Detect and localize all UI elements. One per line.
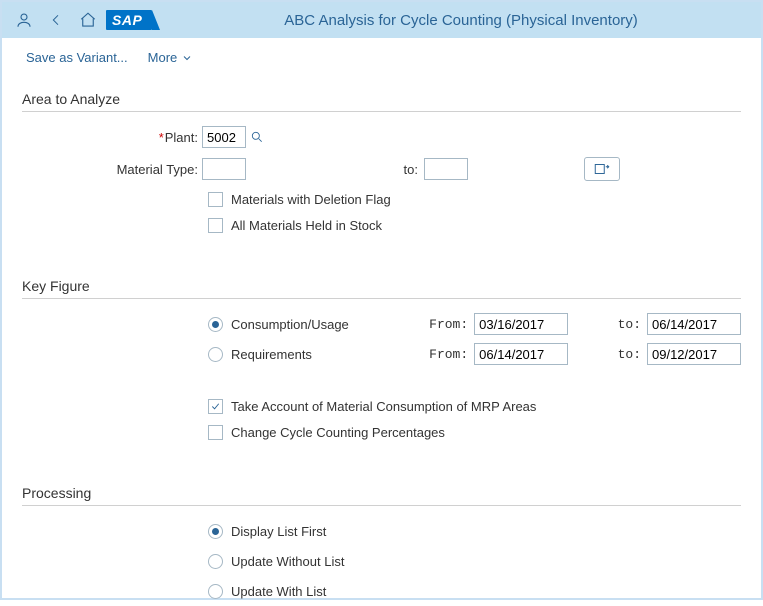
back-icon[interactable] bbox=[42, 6, 70, 34]
sap-logo: SAP bbox=[106, 10, 152, 30]
plant-input[interactable] bbox=[202, 126, 246, 148]
held-in-stock-checkbox[interactable] bbox=[208, 218, 223, 233]
requirements-from-input[interactable] bbox=[474, 343, 568, 365]
section-title-area: Area to Analyze bbox=[22, 91, 741, 107]
change-percentages-checkbox[interactable] bbox=[208, 425, 223, 440]
to-label: to: bbox=[591, 347, 647, 362]
from-label: From: bbox=[418, 347, 474, 362]
title-bar: SAP ABC Analysis for Cycle Counting (Phy… bbox=[2, 2, 761, 38]
requirements-radio[interactable] bbox=[208, 347, 223, 362]
more-button[interactable]: More bbox=[148, 50, 194, 65]
plant-label: *Plant: bbox=[22, 130, 202, 145]
save-as-variant-button[interactable]: Save as Variant... bbox=[26, 50, 128, 65]
consumption-usage-radio[interactable] bbox=[208, 317, 223, 332]
more-label: More bbox=[148, 50, 178, 65]
content-area: Area to Analyze *Plant: Material Type: t… bbox=[2, 75, 761, 606]
multiple-selection-button[interactable] bbox=[584, 157, 620, 181]
divider bbox=[22, 111, 741, 112]
value-help-icon[interactable] bbox=[250, 130, 264, 144]
to-label: to: bbox=[394, 162, 424, 177]
app-window: SAP ABC Analysis for Cycle Counting (Phy… bbox=[0, 0, 763, 600]
material-type-label: Material Type: bbox=[22, 162, 202, 177]
consumption-from-input[interactable] bbox=[474, 313, 568, 335]
consumption-to-input[interactable] bbox=[647, 313, 741, 335]
update-without-list-radio[interactable] bbox=[208, 554, 223, 569]
page-title: ABC Analysis for Cycle Counting (Physica… bbox=[284, 12, 637, 29]
user-icon[interactable] bbox=[10, 6, 38, 34]
display-list-first-label: Display List First bbox=[231, 524, 431, 539]
mrp-areas-checkbox[interactable] bbox=[208, 399, 223, 414]
section-title-processing: Processing bbox=[22, 485, 741, 501]
consumption-usage-label: Consumption/Usage bbox=[231, 317, 418, 332]
divider bbox=[22, 505, 741, 506]
toolbar: Save as Variant... More bbox=[2, 38, 761, 75]
update-with-list-radio[interactable] bbox=[208, 584, 223, 599]
material-type-to-input[interactable] bbox=[424, 158, 468, 180]
chevron-down-icon bbox=[181, 52, 193, 64]
change-percentages-label: Change Cycle Counting Percentages bbox=[231, 425, 445, 440]
material-type-from-input[interactable] bbox=[202, 158, 246, 180]
divider bbox=[22, 298, 741, 299]
deletion-flag-label: Materials with Deletion Flag bbox=[231, 192, 391, 207]
held-in-stock-label: All Materials Held in Stock bbox=[231, 218, 382, 233]
section-title-key-figure: Key Figure bbox=[22, 278, 741, 294]
to-label: to: bbox=[591, 317, 647, 332]
deletion-flag-checkbox[interactable] bbox=[208, 192, 223, 207]
home-icon[interactable] bbox=[74, 6, 102, 34]
mrp-areas-label: Take Account of Material Consumption of … bbox=[231, 399, 536, 414]
requirements-to-input[interactable] bbox=[647, 343, 741, 365]
requirements-label: Requirements bbox=[231, 347, 418, 362]
display-list-first-radio[interactable] bbox=[208, 524, 223, 539]
update-without-list-label: Update Without List bbox=[231, 554, 431, 569]
update-with-list-label: Update With List bbox=[231, 584, 431, 599]
from-label: From: bbox=[418, 317, 474, 332]
required-star: * bbox=[159, 130, 164, 145]
